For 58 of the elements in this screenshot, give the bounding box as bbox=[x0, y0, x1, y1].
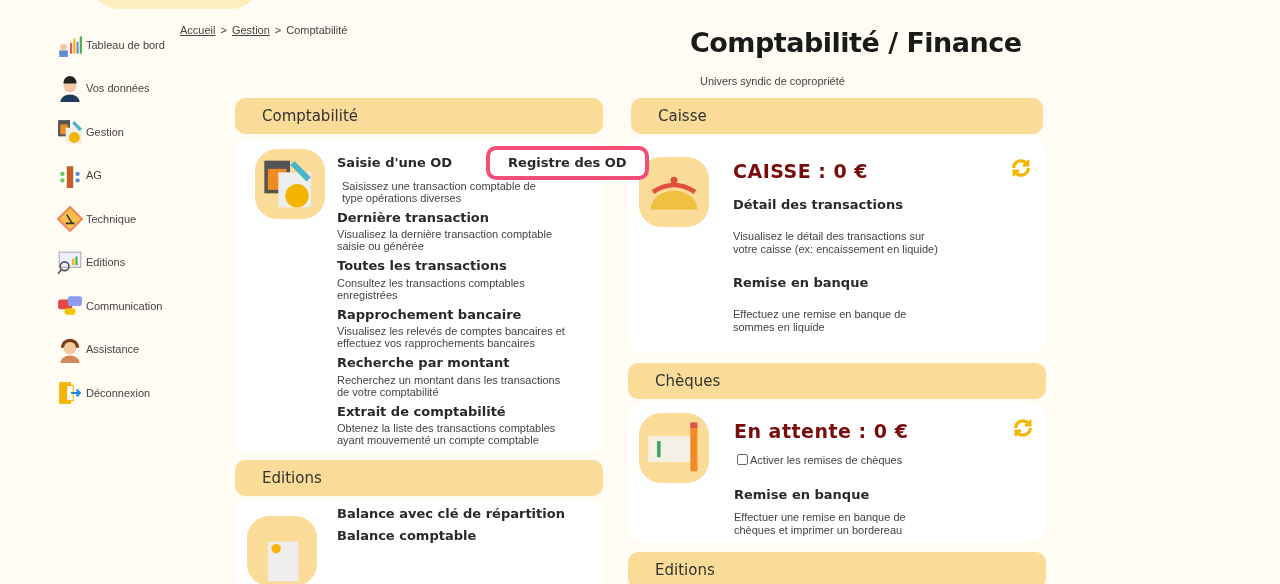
breadcrumb-separator: > bbox=[274, 23, 282, 38]
exit-door-icon bbox=[57, 380, 83, 406]
page-subtitle: Univers syndic de copropriété bbox=[700, 73, 846, 89]
action-link[interactable]: Saisie d'une OD bbox=[337, 153, 453, 173]
action-link[interactable]: Dernière transaction bbox=[337, 207, 490, 227]
registry-link[interactable]: Registre des OD bbox=[486, 146, 649, 180]
action-link[interactable]: Toutes les transactions bbox=[337, 256, 507, 276]
page-title: Comptabilité / Finance bbox=[690, 26, 1022, 60]
section-title: Comptabilité bbox=[262, 105, 358, 127]
refresh-icon[interactable] bbox=[1010, 157, 1032, 179]
sidebar-item[interactable]: Déconnexion bbox=[57, 380, 180, 406]
sidebar-item[interactable]: Editions bbox=[57, 249, 180, 276]
user-icon bbox=[57, 75, 83, 102]
section-title: Editions bbox=[655, 559, 715, 581]
document-icon bbox=[247, 516, 317, 584]
monitor-chart-icon bbox=[57, 249, 83, 276]
purse-icon bbox=[639, 157, 709, 227]
action-link[interactable]: Rapprochement bancaire bbox=[337, 304, 522, 324]
section-title: Caisse bbox=[658, 105, 707, 127]
breadcrumb-link[interactable]: Gestion bbox=[231, 22, 270, 39]
headset-person-icon bbox=[57, 336, 83, 363]
action-description: Saisissez une transaction comptable de type opérations diverses bbox=[342, 179, 537, 204]
action-description: Recherchez un montant dans les transactions de votre comptabilité bbox=[337, 373, 562, 398]
action-description: Effectuer une remise en banque de chèques et imprimer un bordereau bbox=[734, 511, 907, 537]
sidebar-item[interactable]: Technique bbox=[57, 206, 180, 232]
breadcrumb-current: Comptabilité bbox=[286, 23, 348, 38]
sidebar-item[interactable]: Tableau de bord bbox=[57, 32, 180, 58]
calculator-icon bbox=[57, 119, 83, 145]
worker-sign-icon bbox=[57, 206, 83, 232]
refresh-icon[interactable] bbox=[1012, 417, 1034, 439]
breadcrumb-separator: > bbox=[220, 23, 227, 38]
pending-amount: En attente : 0 € bbox=[734, 419, 909, 444]
cheque-icon bbox=[639, 413, 709, 483]
section-title: Chèques bbox=[655, 370, 721, 392]
action-description: Visualisez les relevés de comptes bancaires et effectuez vos rapprochements bancaires bbox=[337, 325, 566, 349]
action-description: Effectuez une remise en banque de sommes en liquide bbox=[733, 307, 908, 334]
sidebar-item[interactable]: Vos données bbox=[57, 75, 180, 102]
action-description: Visualisez la dernière transaction comptable saisie ou générée bbox=[337, 228, 554, 252]
action-description: Visualisez le détail des transactions sur votre caisse (ex: encaissement en liquide) bbox=[733, 229, 939, 256]
action-link[interactable]: Remise en banque bbox=[734, 487, 870, 502]
action-link[interactable]: Balance comptable bbox=[337, 525, 477, 545]
action-link[interactable]: Détail des transactions bbox=[733, 196, 903, 212]
action-link[interactable]: Recherche par montant bbox=[337, 353, 510, 373]
action-link[interactable]: Balance avec clé de répartition bbox=[337, 504, 565, 524]
sidebar-item[interactable]: AG bbox=[57, 162, 180, 189]
action-description: Obtenez la liste des transactions comptables ayant mouvementé un compte comptable bbox=[337, 422, 557, 446]
calculator-icon bbox=[255, 149, 325, 219]
action-link[interactable]: Remise en banque bbox=[733, 274, 869, 290]
action-description: Consultez les transactions comptables enregistrées bbox=[337, 276, 526, 301]
cash-balance: CAISSE : 0 € bbox=[733, 159, 869, 184]
breadcrumb-link[interactable]: Accueil bbox=[180, 22, 216, 39]
sidebar-item[interactable]: Communication bbox=[57, 293, 180, 319]
checkbox-label: Activer les remises de chèques bbox=[750, 452, 903, 468]
sidebar-item[interactable]: Gestion bbox=[57, 119, 180, 145]
checkbox[interactable] bbox=[737, 454, 748, 466]
action-link[interactable]: Extrait de comptabilité bbox=[337, 401, 506, 421]
sidebar-item[interactable]: Assistance bbox=[57, 336, 180, 363]
section-title: Editions bbox=[262, 467, 322, 489]
